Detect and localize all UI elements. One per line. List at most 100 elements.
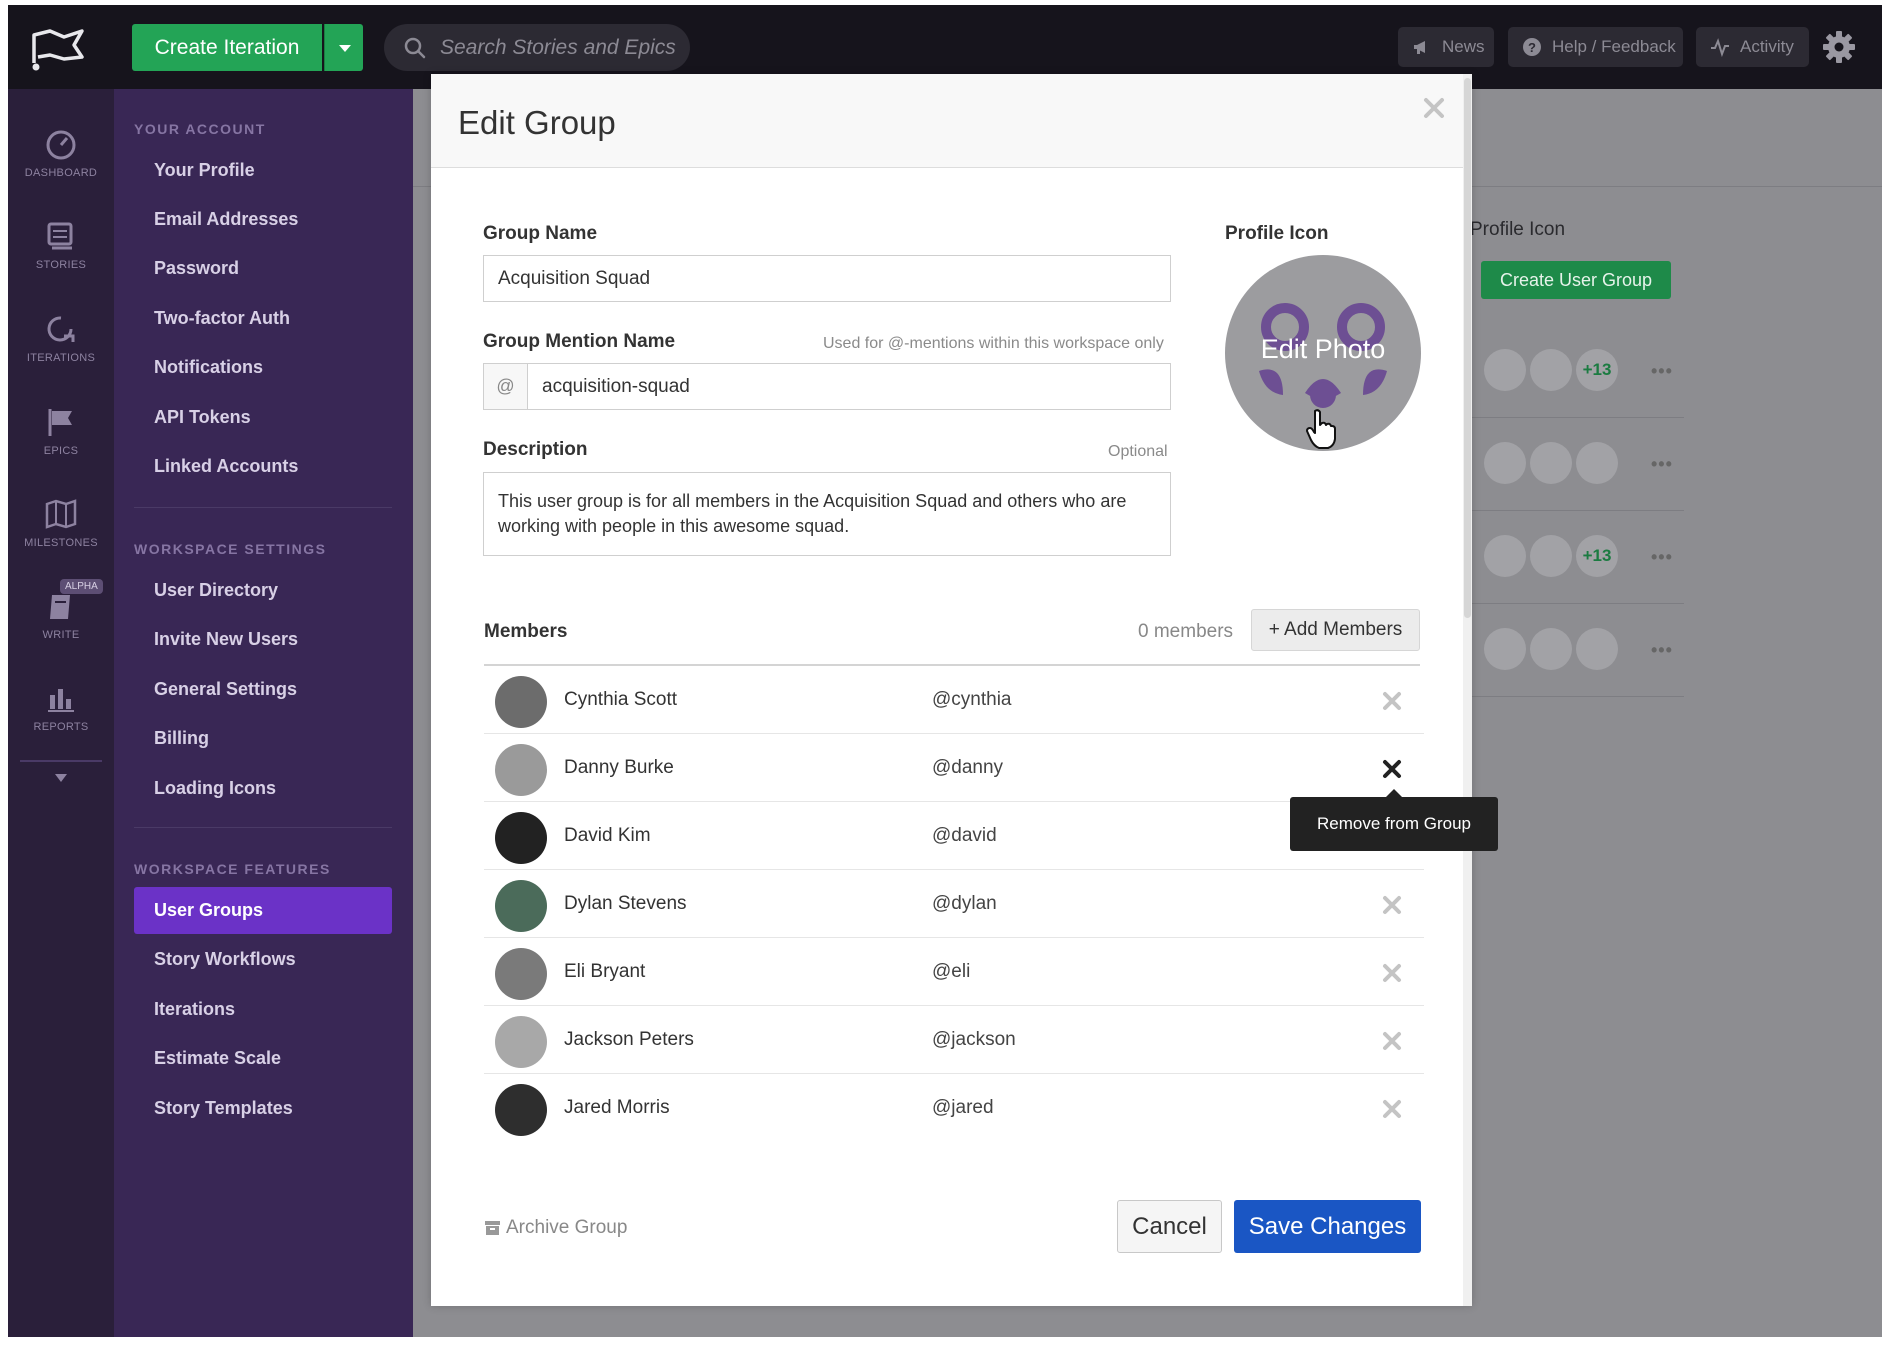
alpha-badge: ALPHA <box>60 579 103 594</box>
more-options-icon[interactable]: ••• <box>1651 361 1673 382</box>
icon-rail: DASHBOARD STORIES ITERATIONS EPICS MILES… <box>8 89 114 1337</box>
archive-box-icon <box>485 1221 500 1235</box>
save-changes-button[interactable]: Save Changes <box>1234 1200 1421 1253</box>
rail-iterations[interactable]: ITERATIONS <box>8 294 114 384</box>
settings-sidebar: YOUR ACCOUNT Your Profile Email Addresse… <box>114 89 413 1337</box>
scrollbar-thumb[interactable] <box>1464 78 1471 618</box>
nav-item-user-directory[interactable]: User Directory <box>134 567 392 614</box>
stories-icon <box>47 222 73 250</box>
nav-item-notifications[interactable]: Notifications <box>134 344 392 391</box>
nav-item-your-profile[interactable]: Your Profile <box>134 147 392 194</box>
member-avatar <box>1530 628 1572 670</box>
search-input[interactable]: Search Stories and Epics <box>384 24 690 71</box>
background-group-row[interactable]: +13 ••• <box>1470 325 1684 418</box>
nav-item-linked-accounts[interactable]: Linked Accounts <box>134 443 392 490</box>
activity-pulse-icon <box>1711 38 1729 57</box>
nav-item-two-factor-auth[interactable]: Two-factor Auth <box>134 295 392 342</box>
nav-item-email-addresses[interactable]: Email Addresses <box>134 196 392 243</box>
modal-header: Edit Group <box>431 74 1463 168</box>
member-name: David Kim <box>564 825 651 846</box>
remove-member-icon[interactable] <box>1381 1098 1403 1120</box>
avatar <box>495 880 547 932</box>
nav-item-loading-icons[interactable]: Loading Icons <box>134 765 392 812</box>
description-field[interactable]: This user group is for all members in th… <box>483 472 1171 556</box>
nav-item-iterations[interactable]: Iterations <box>134 986 392 1033</box>
chevron-down-icon[interactable] <box>54 773 68 783</box>
nav-item-estimate-scale[interactable]: Estimate Scale <box>134 1035 392 1082</box>
hand-pointer-cursor-icon <box>1306 409 1336 449</box>
remove-member-icon[interactable] <box>1381 1030 1403 1052</box>
group-mention-name-field[interactable]: acquisition-squad <box>527 363 1171 410</box>
remove-member-icon[interactable] <box>1381 962 1403 984</box>
archive-group-link[interactable]: Archive Group <box>484 1217 627 1239</box>
more-options-icon[interactable]: ••• <box>1651 640 1673 661</box>
member-row: Jackson Peters @jackson <box>484 1006 1424 1074</box>
dashboard-gauge-icon <box>46 130 76 160</box>
member-avatar <box>1576 628 1618 670</box>
profile-icon-label: Profile Icon <box>1225 223 1329 244</box>
rail-write[interactable]: ALPHA WRITE <box>8 571 114 661</box>
background-group-row[interactable]: ••• <box>1470 418 1684 511</box>
remove-member-icon[interactable] <box>1381 758 1403 780</box>
more-members-count: +13 <box>1576 349 1618 391</box>
member-row: Danny Burke @danny <box>484 734 1424 802</box>
add-members-button[interactable]: + Add Members <box>1251 609 1420 651</box>
member-name: Jackson Peters <box>564 1029 694 1050</box>
close-icon[interactable] <box>1422 96 1446 120</box>
more-options-icon[interactable]: ••• <box>1651 547 1673 568</box>
nav-item-billing[interactable]: Billing <box>134 715 392 762</box>
members-label: Members <box>484 621 568 642</box>
nav-item-user-groups[interactable]: User Groups <box>134 887 392 934</box>
member-handle: @jackson <box>932 1029 1016 1050</box>
flag-logo-icon[interactable] <box>28 23 88 73</box>
nav-section-your-account: YOUR ACCOUNT <box>134 121 266 137</box>
nav-item-general-settings[interactable]: General Settings <box>134 666 392 713</box>
member-handle: @dylan <box>932 893 997 914</box>
cancel-button[interactable]: Cancel <box>1117 1200 1222 1253</box>
more-options-icon[interactable]: ••• <box>1651 454 1673 475</box>
rail-label: DASHBOARD <box>24 167 98 179</box>
nav-item-invite-new-users[interactable]: Invite New Users <box>134 616 392 663</box>
search-icon <box>404 37 426 59</box>
rail-stories[interactable]: STORIES <box>8 201 114 291</box>
group-name-label: Group Name <box>483 223 598 244</box>
member-name: Eli Bryant <box>564 961 646 982</box>
news-button[interactable]: News <box>1398 27 1494 67</box>
nav-item-story-workflows[interactable]: Story Workflows <box>134 936 392 983</box>
more-members-count: +13 <box>1576 535 1618 577</box>
iterations-icon <box>47 316 75 342</box>
member-handle: @cynthia <box>932 689 1012 710</box>
write-book-icon <box>50 595 70 619</box>
group-mention-name-label: Group Mention Name <box>483 331 676 352</box>
member-avatar <box>1484 535 1526 577</box>
epics-flag-icon <box>48 409 72 436</box>
modal-scrollbar[interactable] <box>1463 74 1472 1306</box>
create-iteration-button[interactable]: Create Iteration <box>132 24 322 71</box>
background-group-row[interactable]: ••• <box>1470 604 1684 697</box>
rail-milestones[interactable]: MILESTONES <box>8 479 114 569</box>
nav-item-api-tokens[interactable]: API Tokens <box>134 394 392 441</box>
remove-member-icon[interactable] <box>1381 690 1403 712</box>
avatar <box>495 948 547 1000</box>
background-profile-icon-heading: Profile Icon <box>1470 219 1566 240</box>
member-name: Jared Morris <box>564 1097 670 1118</box>
background-group-row[interactable]: +13 ••• <box>1470 511 1684 604</box>
remove-member-icon[interactable] <box>1381 894 1403 916</box>
avatar <box>495 1084 547 1136</box>
gear-icon[interactable] <box>1821 29 1857 65</box>
rail-label: STORIES <box>35 259 87 271</box>
nav-item-password[interactable]: Password <box>134 245 392 292</box>
create-dropdown-caret-icon[interactable] <box>324 24 363 71</box>
help-feedback-button[interactable]: ? Help / Feedback <box>1508 27 1683 67</box>
remove-from-group-tooltip: Remove from Group <box>1290 789 1498 851</box>
member-row: Eli Bryant @eli <box>484 938 1424 1006</box>
activity-button[interactable]: Activity <box>1696 27 1809 67</box>
activity-label: Activity <box>1740 37 1794 56</box>
create-user-group-button[interactable]: Create User Group <box>1481 261 1671 299</box>
nav-item-story-templates[interactable]: Story Templates <box>134 1085 392 1132</box>
member-row: David Kim @david <box>484 802 1424 870</box>
rail-reports[interactable]: REPORTS <box>8 663 114 753</box>
rail-epics[interactable]: EPICS <box>8 387 114 477</box>
rail-dashboard[interactable]: DASHBOARD <box>8 109 114 199</box>
group-name-field[interactable]: Acquisition Squad <box>483 255 1171 302</box>
